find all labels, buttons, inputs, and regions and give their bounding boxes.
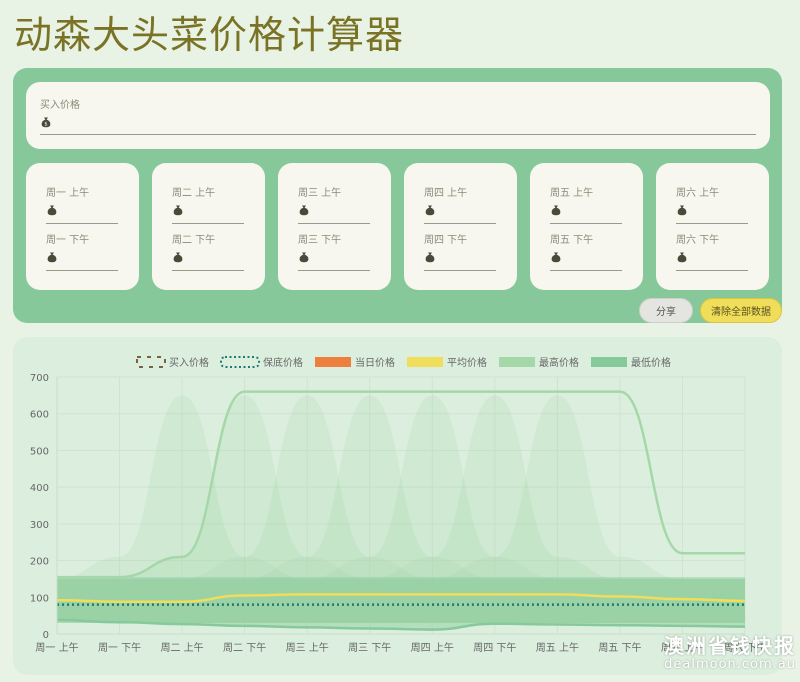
y-tick-label: 200 <box>30 557 49 568</box>
clear-all-button[interactable]: 清除全部数据 <box>700 298 782 323</box>
slot-label-wed-pm: 周三 下午 <box>298 235 342 246</box>
day-card-thu: 周四 上午 周四 下午 <box>404 163 517 290</box>
y-tick-label: 100 <box>30 593 49 604</box>
y-tick-label: 700 <box>30 373 49 384</box>
share-button[interactable]: 分享 <box>639 298 693 323</box>
svg-text:$: $ <box>44 121 47 127</box>
slot-label-fri-pm: 周五 下午 <box>550 235 594 246</box>
slot-label-wed-am: 周三 上午 <box>298 188 342 199</box>
slot-label-tue-pm: 周二 下午 <box>172 235 216 246</box>
slot-label-thu-pm: 周四 下午 <box>424 235 468 246</box>
y-tick-label: 600 <box>30 410 49 421</box>
money-bag-icon <box>551 205 561 216</box>
price-input-thu-pm[interactable] <box>424 270 496 271</box>
day-card-fri: 周五 上午 周五 下午 <box>530 163 643 290</box>
legend-swatch <box>407 357 443 367</box>
price-chart: 0 100 200 300 400 500 600 700 周一 上午 周一 下午 周二 上午 周二 … <box>30 356 767 654</box>
price-input-mon-pm[interactable] <box>46 270 118 271</box>
legend-swatch <box>499 357 535 367</box>
x-tick-label: 周五 下午 <box>598 641 641 654</box>
slot-label-sat-pm: 周六 下午 <box>676 235 720 246</box>
price-input-wed-am[interactable] <box>298 223 370 224</box>
price-input-thu-am[interactable] <box>424 223 496 224</box>
x-tick-label: 周四 上午 <box>411 641 454 654</box>
legend-swatch <box>315 357 351 367</box>
x-tick-label: 周一 上午 <box>35 641 78 654</box>
legend-label: 当日价格 <box>355 356 395 369</box>
slot-label-fri-am: 周五 上午 <box>550 188 594 199</box>
x-tick-label: 周五 上午 <box>536 641 579 654</box>
legend-label: 买入价格 <box>169 356 209 369</box>
x-tick-label: 周三 上午 <box>286 641 329 654</box>
money-bag-icon <box>47 205 57 216</box>
buy-price-label: 买入价格 <box>40 100 80 111</box>
money-bag-icon <box>299 252 309 263</box>
slot-label-mon-am: 周一 上午 <box>46 188 90 199</box>
y-tick-label: 400 <box>30 483 49 494</box>
price-input-fri-pm[interactable] <box>550 270 622 271</box>
money-bag-icon <box>173 205 183 216</box>
day-card-wed: 周三 上午 周三 下午 <box>278 163 391 290</box>
watermark: 澳洲省钱快报 dealmoon.com.au <box>664 630 796 672</box>
money-bag-icon <box>677 205 687 216</box>
slot-label-sat-am: 周六 上午 <box>676 188 720 199</box>
price-chart-panel: 0 100 200 300 400 500 600 700 周一 上午 周一 下午 周二 上午 周二 … <box>13 337 782 675</box>
min-max-band <box>57 577 745 630</box>
price-input-tue-pm[interactable] <box>172 270 244 271</box>
money-bag-icon <box>299 205 309 216</box>
day-card-tue: 周二 上午 周二 下午 <box>152 163 265 290</box>
watermark-sub: dealmoon.com.au <box>664 657 796 672</box>
x-tick-label: 周三 下午 <box>348 641 391 654</box>
page-title: 动森大头菜价格计算器 <box>14 13 405 57</box>
y-tick-label: 300 <box>30 520 49 531</box>
y-tick-label: 0 <box>43 630 49 641</box>
watermark-main: 澳洲省钱快报 <box>664 634 796 658</box>
slot-label-mon-pm: 周一 下午 <box>46 235 90 246</box>
legend-label: 保底价格 <box>263 356 303 369</box>
price-input-panel: 买入价格 $ 周一 上午 周一 下午 周二 上午 周二 下午 周三 上午 周三 … <box>13 68 782 323</box>
price-input-sat-pm[interactable] <box>676 270 748 271</box>
price-input-sat-am[interactable] <box>676 223 748 224</box>
day-card-mon: 周一 上午 周一 下午 <box>26 163 139 290</box>
money-bag-icon <box>425 205 435 216</box>
legend-label: 平均价格 <box>447 356 487 369</box>
money-bag-icon <box>425 252 435 263</box>
legend-label: 最低价格 <box>631 356 671 369</box>
buy-price-input[interactable] <box>40 134 756 135</box>
x-tick-label: 周四 下午 <box>473 641 516 654</box>
legend-swatch-buy <box>136 356 166 368</box>
legend-swatch-guarantee <box>220 356 260 368</box>
money-bag-icon: $ <box>41 117 51 128</box>
money-bag-icon <box>47 252 57 263</box>
money-bag-icon <box>173 252 183 263</box>
money-bag-icon <box>551 252 561 263</box>
price-input-mon-am[interactable] <box>46 223 118 224</box>
price-input-wed-pm[interactable] <box>298 270 370 271</box>
price-input-fri-am[interactable] <box>550 223 622 224</box>
x-tick-label: 周二 下午 <box>223 641 266 654</box>
legend-label: 最高价格 <box>539 356 579 369</box>
slot-label-tue-am: 周二 上午 <box>172 188 216 199</box>
y-tick-label: 500 <box>30 446 49 457</box>
x-tick-label: 周一 下午 <box>98 641 141 654</box>
price-input-tue-am[interactable] <box>172 223 244 224</box>
money-bag-icon <box>677 252 687 263</box>
buy-price-card[interactable]: 买入价格 $ <box>26 82 770 149</box>
x-tick-label: 周二 上午 <box>160 641 203 654</box>
slot-label-thu-am: 周四 上午 <box>424 188 468 199</box>
legend-swatch <box>591 357 627 367</box>
day-card-sat: 周六 上午 周六 下午 <box>656 163 769 290</box>
